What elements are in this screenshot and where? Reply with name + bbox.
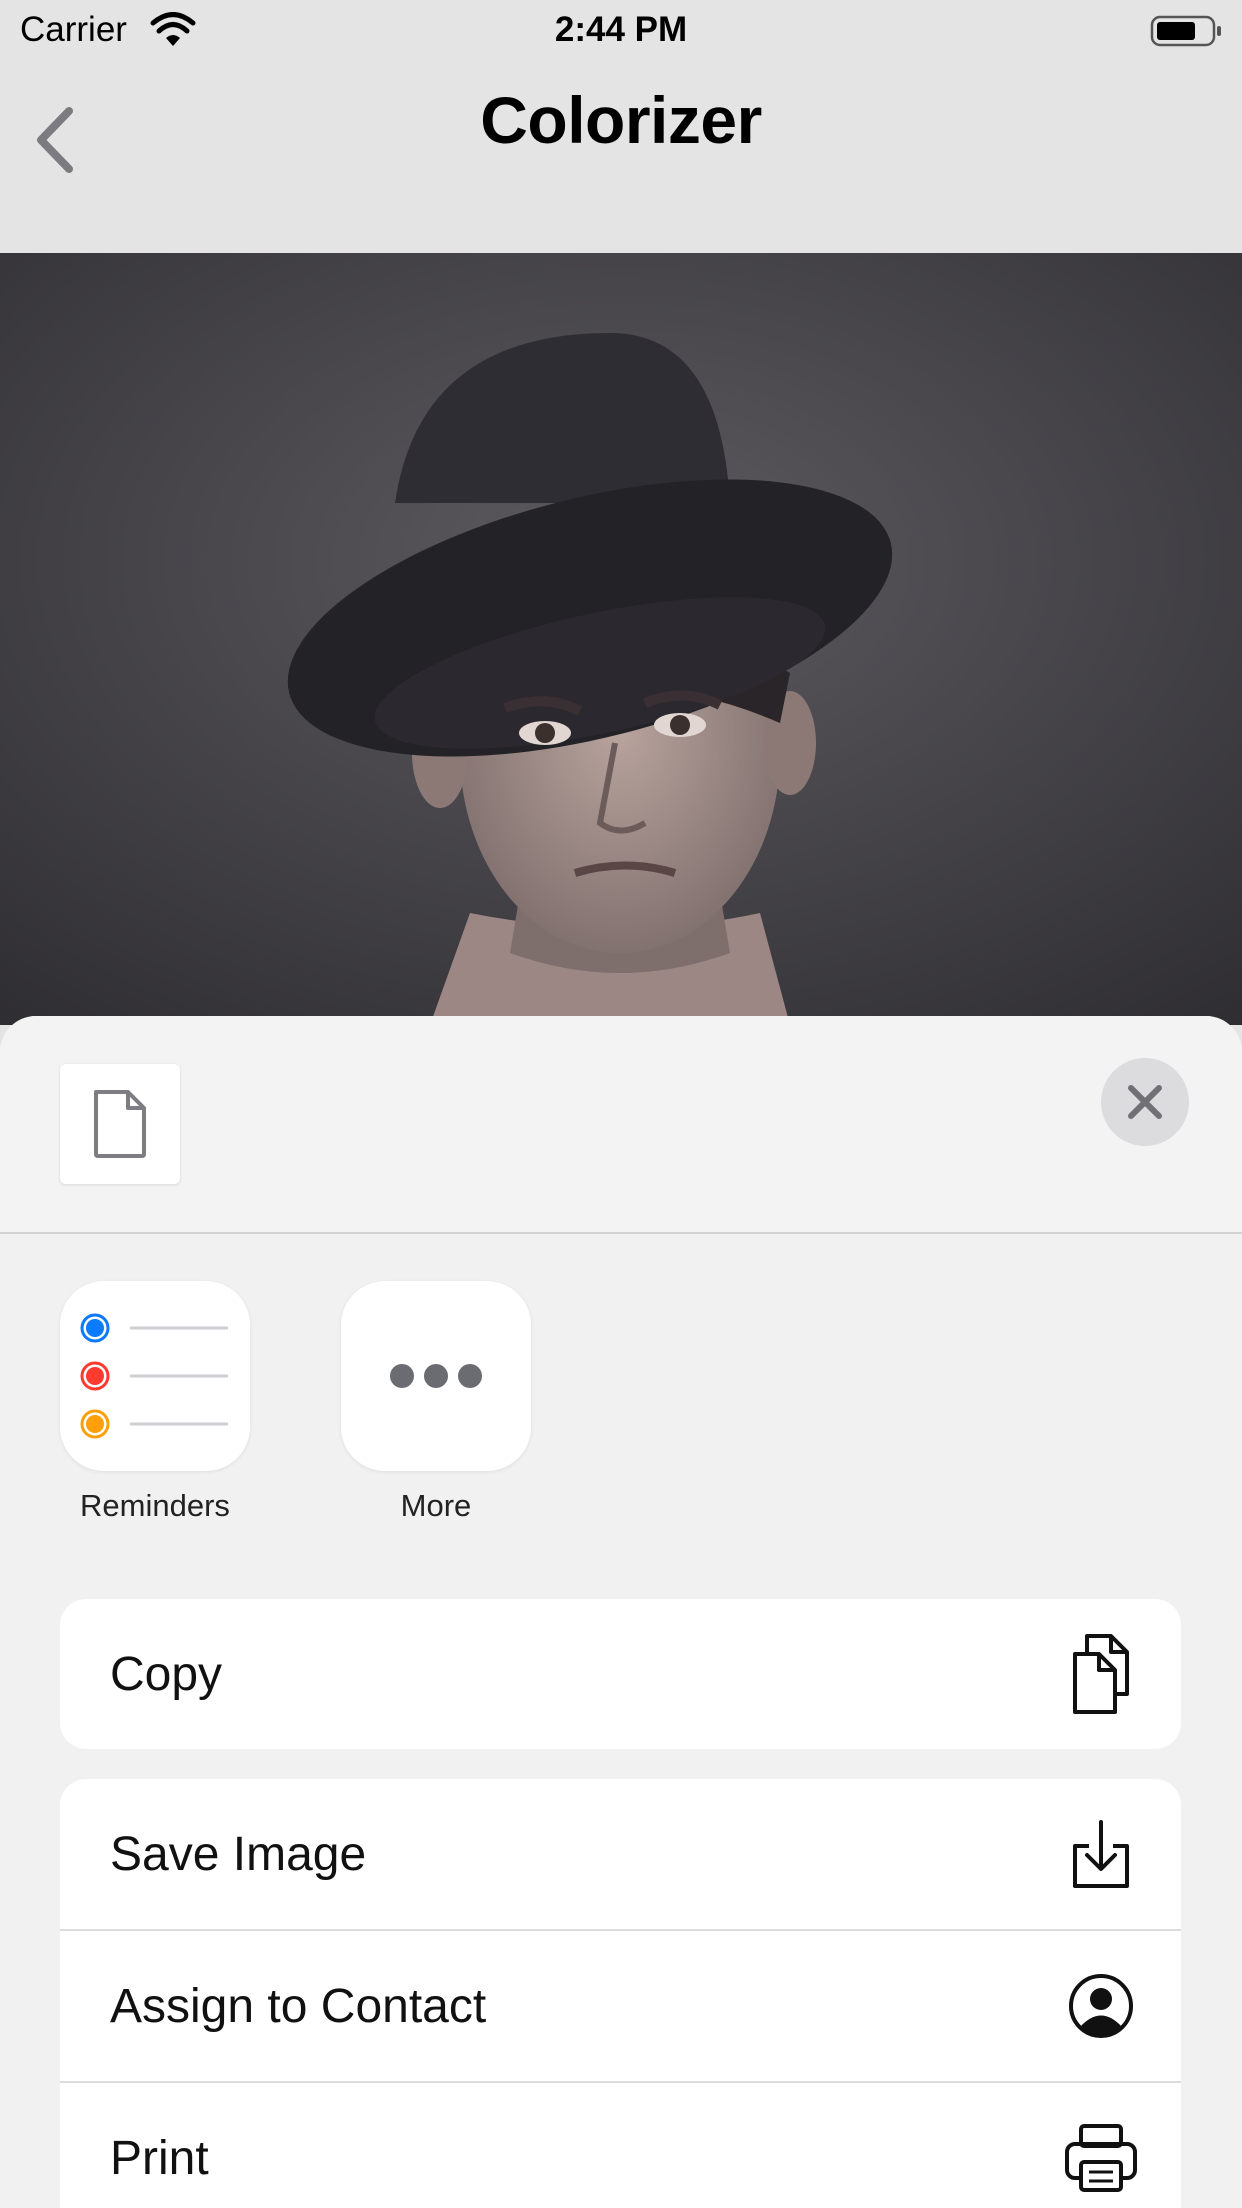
assign-contact-label: Assign to Contact bbox=[110, 1979, 487, 2033]
battery-icon bbox=[1150, 15, 1221, 47]
document-preview bbox=[60, 1064, 180, 1184]
assign-contact-action[interactable]: Assign to Contact bbox=[60, 1931, 1181, 2083]
close-icon bbox=[1128, 1085, 1162, 1119]
reminders-label: Reminders bbox=[80, 1488, 230, 1523]
status-time: 2:44 PM bbox=[554, 10, 688, 49]
more-app-button[interactable] bbox=[341, 1281, 531, 1471]
more-label: More bbox=[400, 1488, 472, 1523]
save-image-icon bbox=[1061, 1814, 1141, 1894]
save-image-label: Save Image bbox=[110, 1827, 367, 1881]
portrait-image bbox=[0, 253, 1242, 1025]
share-sheet: Reminders More Copy Save Image Assign to… bbox=[0, 1016, 1242, 2208]
close-button[interactable] bbox=[1101, 1058, 1189, 1146]
portrait-photo bbox=[0, 253, 1242, 1025]
print-label: Print bbox=[110, 2131, 209, 2185]
navigation-bar: Colorizer bbox=[0, 60, 1242, 253]
print-icon bbox=[1061, 2118, 1141, 2198]
print-action[interactable]: Print bbox=[60, 2083, 1181, 2208]
page-title: Colorizer bbox=[480, 83, 762, 157]
save-image-action[interactable]: Save Image bbox=[60, 1779, 1181, 1931]
copy-action[interactable]: Copy bbox=[60, 1599, 1181, 1749]
reminders-app-button[interactable] bbox=[60, 1281, 250, 1471]
more-icon bbox=[390, 1364, 482, 1388]
reminders-icon bbox=[80, 1313, 228, 1439]
document-icon bbox=[94, 1090, 146, 1158]
copy-label: Copy bbox=[110, 1647, 223, 1701]
status-bar: Carrier 2:44 PM bbox=[0, 0, 1242, 60]
action-group-main: Save Image Assign to Contact Print bbox=[60, 1779, 1181, 2208]
share-sheet-header bbox=[0, 1016, 1242, 1234]
copy-icon bbox=[1061, 1634, 1141, 1714]
action-group-copy: Copy bbox=[60, 1599, 1181, 1749]
contact-icon bbox=[1061, 1966, 1141, 2046]
